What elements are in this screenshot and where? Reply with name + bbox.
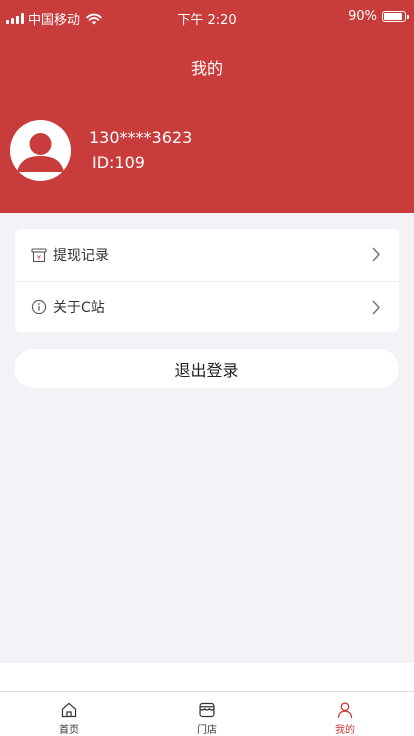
logout-button[interactable]: 退出登录 xyxy=(14,349,399,388)
person-icon xyxy=(17,133,64,172)
tab-label: 首页 xyxy=(59,725,79,736)
status-bar: 中国移动 下午 2:20 90% xyxy=(0,0,414,34)
user-phone: 130****3623 xyxy=(89,128,193,147)
withdraw-record-icon: ¥ xyxy=(31,248,47,262)
tab-bar: 首页 门店 我的 xyxy=(0,691,414,736)
battery-percent: 90% xyxy=(348,9,377,24)
page-title: 我的 xyxy=(190,59,223,78)
tab-label: 我的 xyxy=(335,725,355,736)
menu-item-withdraw-record[interactable]: ¥ 提现记录 xyxy=(15,229,399,281)
battery-icon xyxy=(382,11,409,22)
tab-home[interactable]: 首页 xyxy=(0,692,138,736)
status-right: 90% xyxy=(348,9,409,24)
menu-list: ¥ 提现记录 关于C站 xyxy=(15,229,399,332)
menu-item-about[interactable]: 关于C站 xyxy=(15,280,399,333)
chevron-right-icon xyxy=(372,247,380,262)
svg-text:¥: ¥ xyxy=(37,253,41,261)
chevron-right-icon xyxy=(372,300,380,314)
user-icon xyxy=(337,702,353,719)
tab-store[interactable]: 门店 xyxy=(138,692,276,736)
menu-item-label: 提现记录 xyxy=(53,247,109,264)
content-bottom-strip xyxy=(0,663,414,691)
tab-mine[interactable]: 我的 xyxy=(276,692,414,736)
profile-header: 中国移动 下午 2:20 90% 我的 130****3623 ID:109 xyxy=(0,0,414,213)
avatar[interactable] xyxy=(10,120,71,181)
home-icon xyxy=(61,702,77,718)
store-icon xyxy=(199,702,215,718)
info-icon xyxy=(31,299,47,314)
battery-fill xyxy=(384,13,402,20)
user-id: ID:109 xyxy=(92,153,145,172)
tab-label: 门店 xyxy=(197,725,217,736)
menu-item-label: 关于C站 xyxy=(53,299,105,316)
